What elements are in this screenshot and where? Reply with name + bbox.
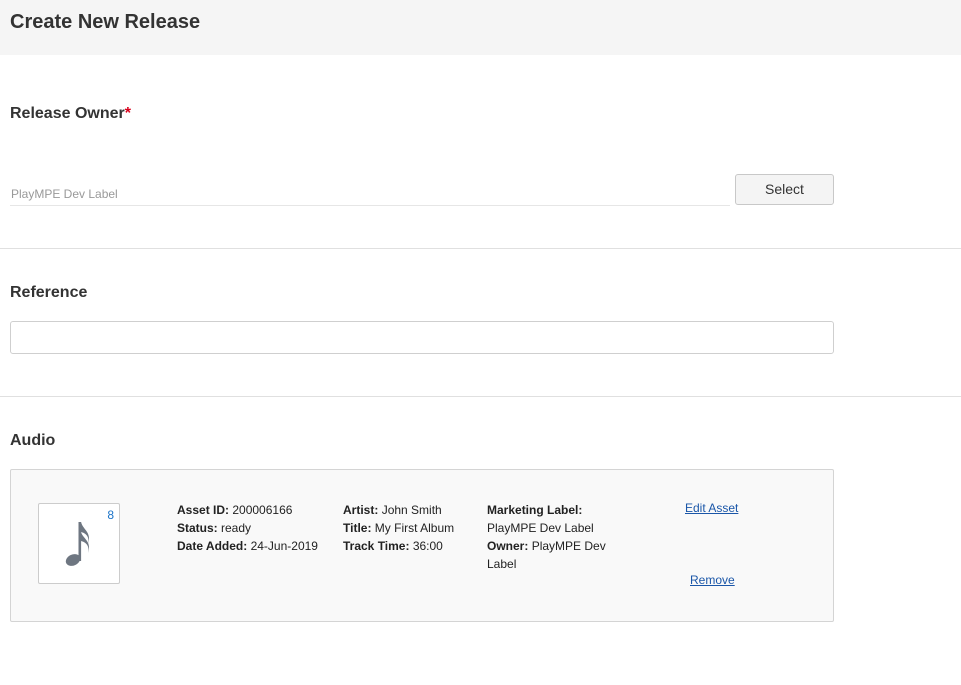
audio-label: Audio: [10, 432, 56, 449]
track-time-label: Track Time:: [343, 539, 410, 553]
section-divider: [0, 248, 961, 249]
asset-count-badge: 8: [107, 508, 114, 522]
asset-info-column: Asset ID: 200006166 Status: ready Date A…: [177, 501, 337, 555]
owner-value-line2: Label: [487, 557, 517, 571]
date-added-label: Date Added:: [177, 539, 248, 553]
marketing-label-value: PlayMPE Dev Label: [487, 521, 594, 535]
title-label: Title:: [343, 521, 372, 535]
music-note-icon: [65, 522, 90, 566]
reference-label: Reference: [10, 284, 88, 301]
asset-id-value: 200006166: [232, 503, 293, 517]
release-owner-field[interactable]: [10, 175, 730, 206]
date-added-value: 24-Jun-2019: [250, 539, 318, 553]
asset-id-label: Asset ID:: [177, 503, 230, 517]
track-time-value: 36:00: [412, 539, 443, 553]
status-row: Status: ready: [177, 519, 337, 537]
label-info-column: Marketing Label: PlayMPE Dev Label Owner…: [487, 501, 627, 573]
page-title: Create New Release: [10, 11, 201, 33]
asset-thumbnail[interactable]: 8: [38, 503, 120, 584]
release-owner-label-text: Release Owner: [10, 105, 125, 122]
artist-label: Artist:: [343, 503, 379, 517]
reference-input[interactable]: [10, 321, 834, 354]
track-time-row: Track Time: 36:00: [343, 537, 483, 555]
owner-value-line1: PlayMPE Dev: [531, 539, 606, 553]
remove-asset-link[interactable]: Remove: [690, 573, 735, 587]
owner-row: Owner: PlayMPE Dev: [487, 537, 627, 555]
page-header: Create New Release: [0, 0, 961, 55]
release-owner-label: Release Owner*: [10, 105, 131, 123]
status-label: Status:: [177, 521, 218, 535]
title-row: Title: My First Album: [343, 519, 483, 537]
owner-label: Owner:: [487, 539, 529, 553]
audio-asset-card: 8 Asset ID: 200006166 Status: ready Date…: [10, 469, 834, 622]
select-owner-button[interactable]: Select: [735, 174, 834, 205]
marketing-label-label: Marketing Label:: [487, 501, 627, 519]
marketing-label-label-text: Marketing Label:: [487, 503, 583, 517]
title-value: My First Album: [374, 521, 455, 535]
date-added-row: Date Added: 24-Jun-2019: [177, 537, 337, 555]
asset-id-row: Asset ID: 200006166: [177, 501, 337, 519]
artist-value: John Smith: [381, 503, 442, 517]
required-mark: *: [124, 105, 131, 122]
edit-asset-link[interactable]: Edit Asset: [685, 501, 738, 515]
track-info-column: Artist: John Smith Title: My First Album…: [343, 501, 483, 555]
status-value: ready: [221, 521, 252, 535]
section-divider: [0, 396, 961, 397]
artist-row: Artist: John Smith: [343, 501, 483, 519]
